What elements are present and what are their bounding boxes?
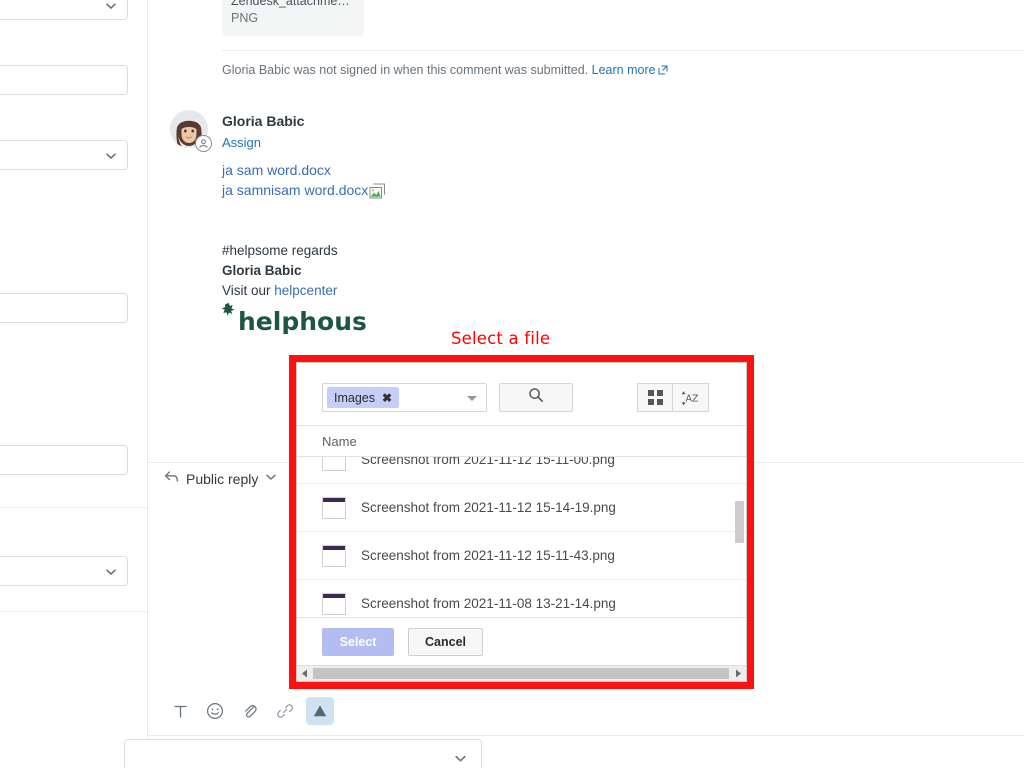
file-name: Screenshot from 2021-11-08 13-21-14.png bbox=[361, 596, 616, 611]
broken-image-icon bbox=[369, 183, 386, 204]
file-thumbnail bbox=[322, 496, 346, 519]
filter-chip-images[interactable]: Images ✖ bbox=[327, 387, 400, 408]
assign-link[interactable]: Assign bbox=[222, 135, 261, 150]
public-reply-selector[interactable]: Public reply bbox=[164, 470, 277, 488]
signin-note-text: Gloria Babic was not signed in when this… bbox=[222, 63, 589, 77]
grid-view-icon[interactable] bbox=[637, 383, 673, 412]
sidebar-input-2[interactable] bbox=[0, 65, 128, 95]
signature-name: Gloria Babic bbox=[222, 263, 302, 278]
screen: Zendesk_attachme… PNG Gloria Babic was n… bbox=[0, 0, 1024, 768]
chevron-down-icon bbox=[467, 396, 477, 401]
signature-visit: Visit our helpcenter bbox=[222, 281, 337, 301]
attachment-icon[interactable] bbox=[236, 697, 264, 725]
person-icon bbox=[199, 139, 208, 148]
user-status-badge bbox=[195, 135, 212, 152]
sidebar-select-1[interactable] bbox=[0, 0, 128, 20]
signature-visit-prefix: Visit our bbox=[222, 283, 275, 298]
search-button[interactable] bbox=[499, 383, 573, 412]
file-name: Screenshot from 2021-11-12 15-11-43.png bbox=[361, 548, 615, 563]
file-picker-toolbar: Images ✖ AZ bbox=[297, 363, 746, 425]
file-name: Screenshot from 2021-11-12 15-11-00.png bbox=[361, 457, 615, 467]
divider bbox=[148, 735, 1024, 736]
file-thumbnail bbox=[322, 544, 346, 567]
reply-arrow-icon bbox=[164, 470, 179, 488]
sidebar-select-3[interactable] bbox=[0, 140, 128, 170]
file-type-filter[interactable]: Images ✖ bbox=[322, 383, 487, 412]
file-picker-dialog: Images ✖ AZ Name Screenshot from 2021-11… bbox=[296, 362, 747, 682]
logo-wordmark: helphouse bbox=[238, 307, 368, 334]
horizontal-scrollbar[interactable] bbox=[297, 665, 746, 681]
chevron-down-icon bbox=[105, 0, 117, 12]
attachment-name: Zendesk_attachme… bbox=[231, 0, 350, 8]
file-thumbnail bbox=[322, 592, 346, 615]
scrollbar-thumb[interactable] bbox=[313, 668, 729, 679]
text-format-icon[interactable] bbox=[166, 697, 194, 725]
view-options: AZ bbox=[637, 383, 709, 412]
ticket-sidebar bbox=[0, 0, 147, 768]
scroll-right-arrow-icon[interactable] bbox=[730, 666, 745, 681]
close-icon[interactable]: ✖ bbox=[382, 391, 392, 405]
helphouse-logo: helphouse bbox=[220, 302, 384, 339]
file-list[interactable]: Screenshot from 2021-11-12 15-11-00.png S… bbox=[297, 457, 746, 617]
dialog-actions: Select Cancel bbox=[297, 617, 746, 665]
svg-text:AZ: AZ bbox=[685, 393, 698, 404]
chevron-down-icon bbox=[454, 752, 467, 768]
attachment-type: PNG bbox=[231, 11, 259, 25]
emoji-icon[interactable] bbox=[201, 697, 229, 725]
attachment-card[interactable]: Zendesk_attachme… PNG bbox=[222, 0, 364, 36]
file-list-header: Name bbox=[297, 425, 746, 457]
file-row[interactable]: Screenshot from 2021-11-12 15-14-19.png bbox=[297, 484, 746, 532]
learn-more-link[interactable]: Learn more bbox=[592, 63, 656, 77]
chevron-down-icon bbox=[105, 150, 117, 162]
comment-attachment-link-2[interactable]: ja samnisam word.docx bbox=[222, 180, 386, 204]
chevron-down-icon bbox=[105, 566, 117, 578]
sidebar-input-5[interactable] bbox=[0, 445, 128, 475]
chevron-down-icon bbox=[265, 470, 277, 488]
comment-attachment-link-1[interactable]: ja sam word.docx bbox=[222, 160, 331, 180]
link-icon[interactable] bbox=[271, 697, 299, 725]
file-row[interactable]: Screenshot from 2021-11-12 15-11-43.png bbox=[297, 532, 746, 580]
file-list-scrollbar[interactable] bbox=[735, 457, 744, 617]
sidebar-input-4[interactable] bbox=[0, 293, 128, 323]
sidebar-select-6[interactable] bbox=[0, 556, 128, 586]
bottom-field[interactable] bbox=[124, 739, 482, 768]
public-reply-label: Public reply bbox=[186, 471, 259, 487]
scroll-left-arrow-icon[interactable] bbox=[297, 666, 312, 681]
file-row[interactable]: Screenshot from 2021-11-12 15-11-00.png bbox=[297, 457, 746, 484]
file-name: Screenshot from 2021-11-12 15-14-19.png bbox=[361, 500, 616, 515]
sort-az-icon[interactable]: AZ bbox=[673, 383, 709, 412]
scrollbar-thumb[interactable] bbox=[735, 501, 744, 543]
search-icon bbox=[528, 387, 544, 408]
select-button[interactable]: Select bbox=[322, 627, 394, 656]
file-picker-highlight: Images ✖ AZ Name Screenshot from 2021-11… bbox=[289, 355, 754, 689]
helpcenter-link[interactable]: helpcenter bbox=[274, 283, 337, 298]
column-header-name: Name bbox=[322, 433, 357, 449]
comment-attachment-label-2: ja samnisam word.docx bbox=[222, 182, 369, 198]
avatar[interactable] bbox=[170, 110, 212, 152]
cancel-button[interactable]: Cancel bbox=[408, 627, 483, 656]
signin-note: Gloria Babic was not signed in when this… bbox=[222, 62, 668, 80]
select-a-file-title: Select a file bbox=[451, 329, 551, 348]
divider bbox=[222, 50, 1024, 51]
google-drive-icon[interactable] bbox=[306, 697, 334, 725]
external-link-icon bbox=[658, 63, 668, 80]
signature-greeting: #helpsome regards bbox=[222, 243, 338, 258]
comment-author: Gloria Babic bbox=[222, 113, 305, 129]
file-thumbnail bbox=[322, 457, 346, 471]
filter-chip-label: Images bbox=[334, 390, 375, 405]
file-row[interactable]: Screenshot from 2021-11-08 13-21-14.png bbox=[297, 580, 746, 617]
composer-toolbar bbox=[166, 697, 334, 725]
